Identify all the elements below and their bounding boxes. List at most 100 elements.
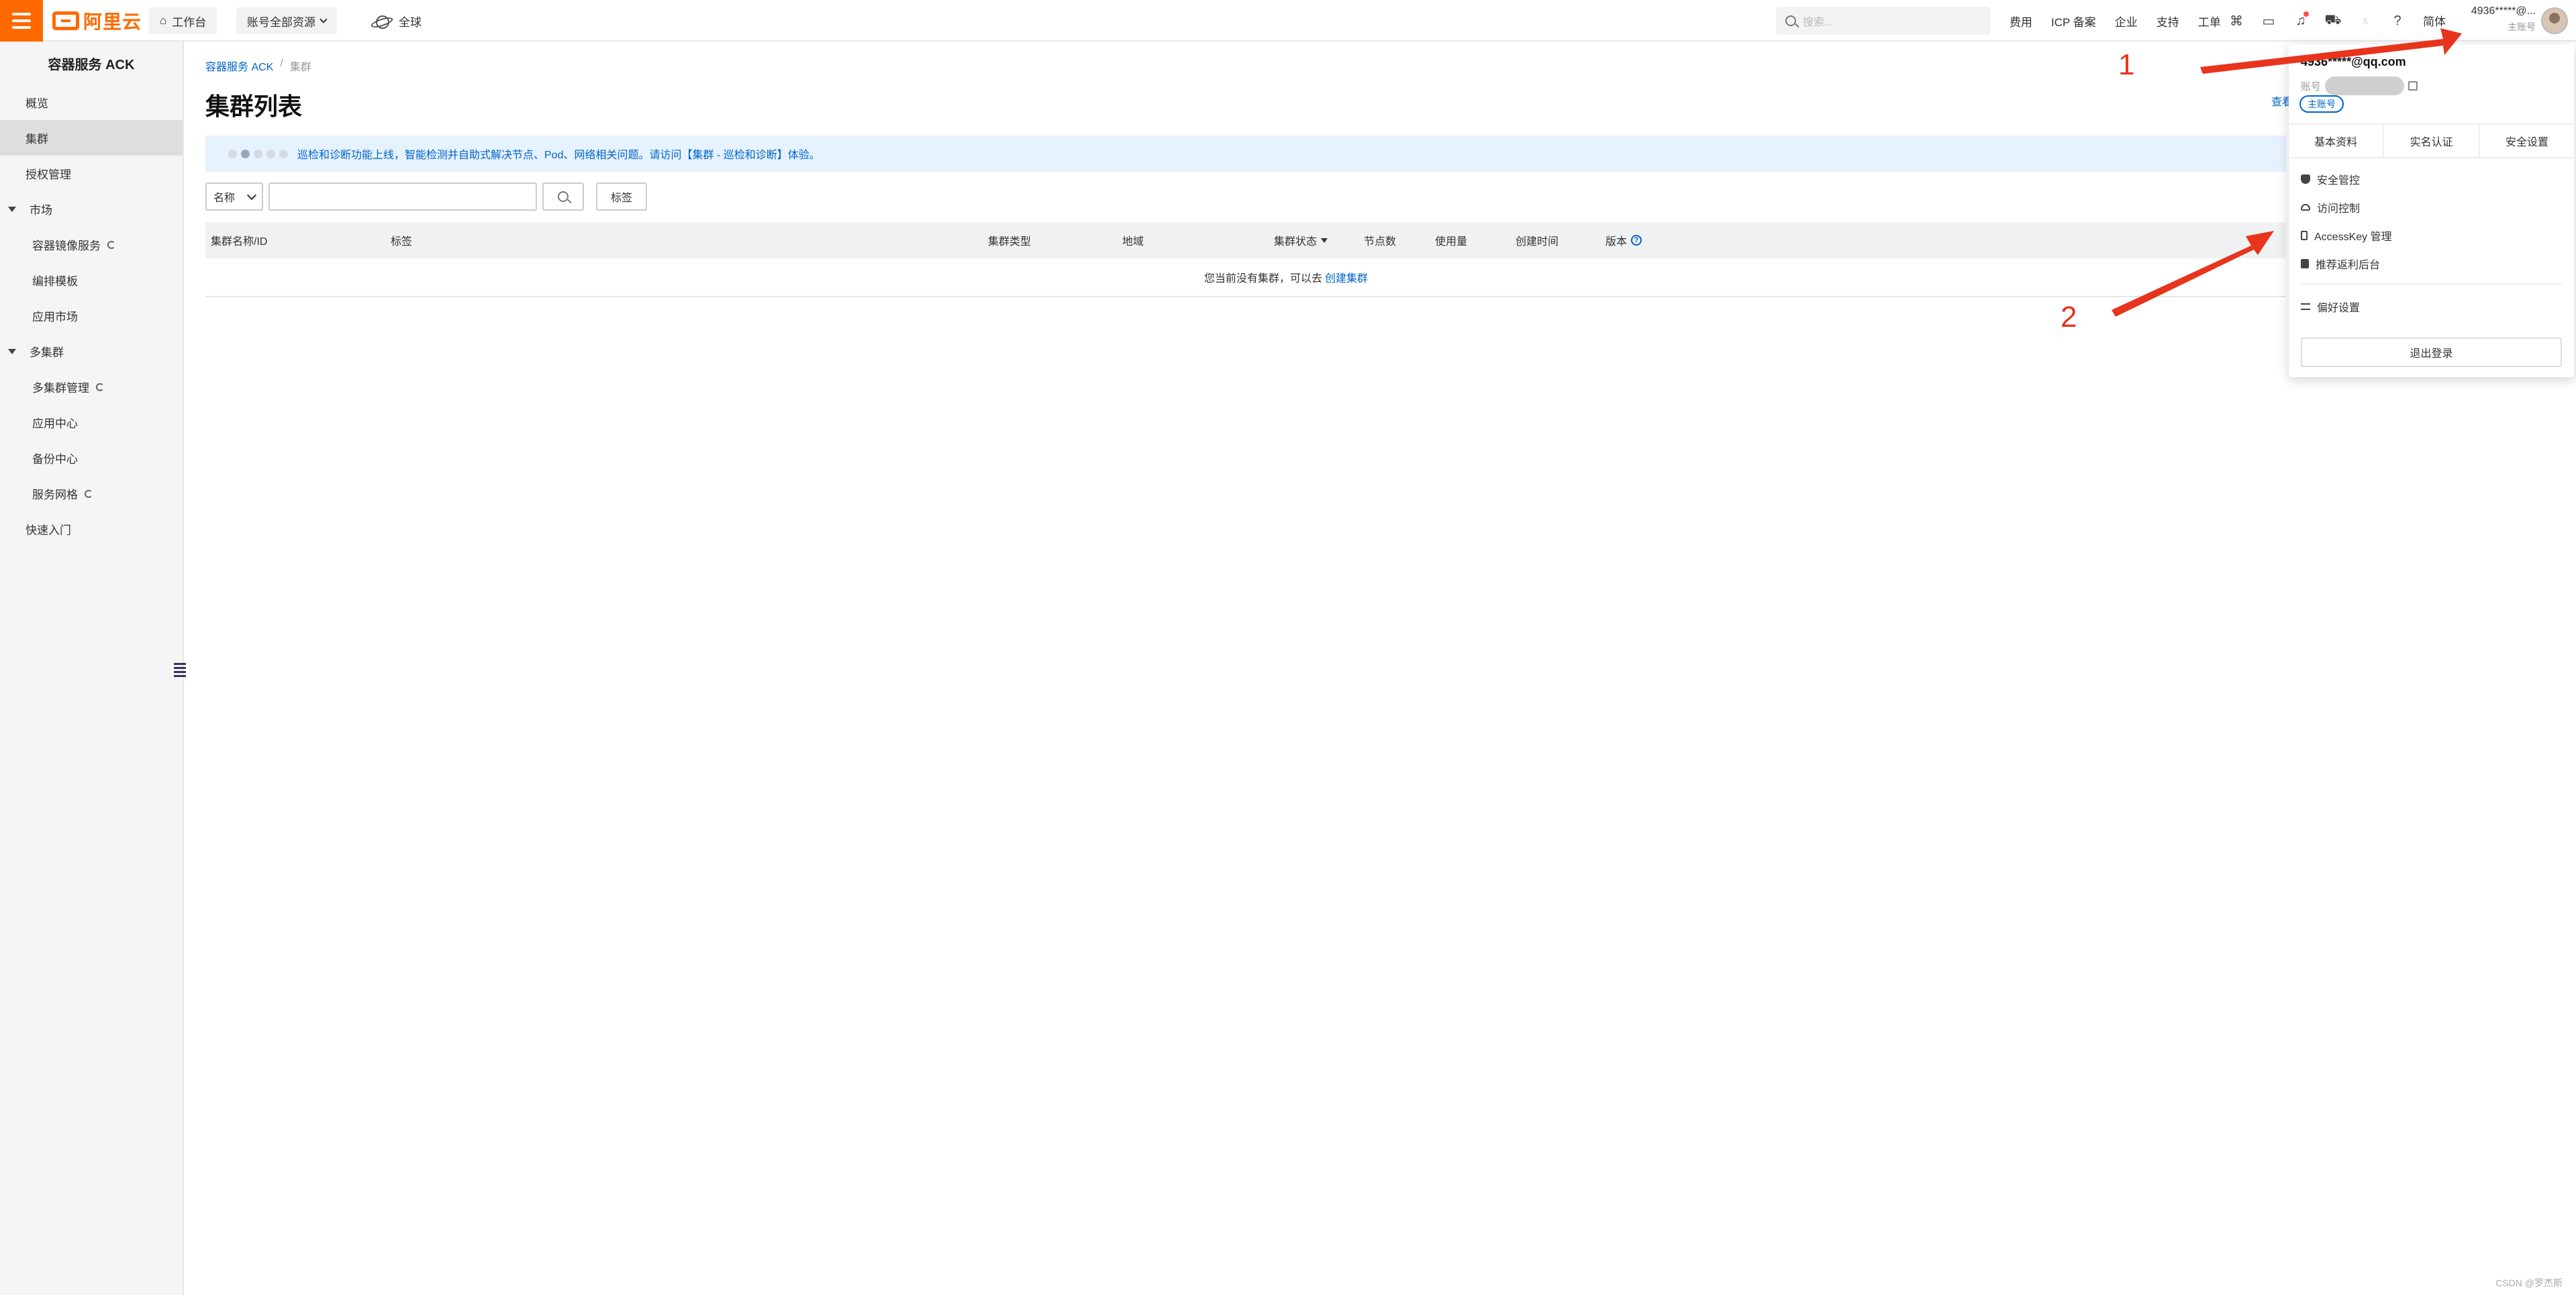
create-cluster-link[interactable]: 创建集群 — [1325, 269, 1368, 285]
sidebar: 容器服务 ACK 概览 集群 授权管理 市场 容器镜像服务 编排模板 应用市场 … — [0, 42, 184, 1295]
link-enterprise[interactable]: 企业 — [2115, 13, 2138, 30]
home-icon: ⌂ — [160, 14, 167, 27]
tab-real-name[interactable]: 实名认证 — [2384, 125, 2480, 157]
sidebar-item-registry[interactable]: 容器镜像服务 — [0, 227, 183, 262]
caret-down-icon — [8, 348, 16, 354]
avatar[interactable] — [2541, 7, 2568, 34]
carousel-dot[interactable] — [228, 149, 237, 158]
link-ticket[interactable]: 工单 — [2198, 13, 2221, 30]
profile-tabs: 基本资料 实名认证 安全设置 — [2289, 123, 2574, 158]
carousel-dot[interactable] — [266, 149, 275, 158]
hamburger-menu-button[interactable] — [0, 0, 43, 42]
page-title: 集群列表 — [205, 93, 303, 120]
menu-item-access-control[interactable]: 访问控制 — [2289, 193, 2574, 221]
copy-icon[interactable] — [2408, 81, 2418, 91]
image-icon[interactable]: ▭ — [2259, 11, 2278, 30]
topbar-icons: ⌘ ▭ ♫ ⛟ ♁ ? — [2227, 0, 2407, 42]
carousel-dot-active[interactable] — [241, 149, 250, 158]
account-type-badge: 主账号 — [2299, 95, 2344, 113]
chevron-down-icon — [319, 15, 328, 23]
column-header-version: 版本 ? — [1605, 222, 1642, 258]
sidebar-group-market[interactable]: 市场 — [0, 191, 183, 227]
shield-icon — [2301, 174, 2310, 184]
topbar-links: 费用 ICP 备案 企业 支持 工单 — [2010, 0, 2221, 42]
info-banner: 巡检和诊断功能上线，智能检测并自助式解决节点、Pod、网络相关问题。请访问【集群… — [205, 136, 2286, 172]
link-icp[interactable]: ICP 备案 — [2051, 13, 2096, 30]
divider — [2301, 283, 2562, 284]
annotation-label-2: 2 — [2061, 301, 2077, 333]
aliyun-logo-icon — [52, 11, 79, 30]
sidebar-item-app-market[interactable]: 应用市场 — [0, 298, 183, 333]
column-header-name: 集群名称/ID — [211, 236, 268, 248]
help-icon[interactable]: ? — [2388, 11, 2407, 30]
sidebar-item-templates[interactable]: 编排模板 — [0, 262, 183, 298]
sidebar-group-multicluster[interactable]: 多集群 — [0, 333, 183, 369]
region-select[interactable]: 全球 — [370, 7, 422, 34]
sidebar-item-multicluster-mgmt[interactable]: 多集群管理 — [0, 369, 183, 405]
tag-filter-button[interactable]: 标签 — [596, 183, 647, 211]
search-button[interactable] — [542, 183, 584, 211]
book-icon — [2301, 259, 2309, 268]
redacted-account-id — [2325, 76, 2405, 95]
user-dropdown-panel: 4936*****@qq.com 账号 主账号 基本资料 实名认证 安全设置 安… — [2289, 44, 2574, 377]
tab-security-settings[interactable]: 安全设置 — [2480, 125, 2574, 157]
breadcrumb: 容器服务 ACK / 集群 — [205, 58, 311, 74]
top-navigation-bar: 阿里云 ⌂ 工作台 账号全部资源 全球 搜索... 费用 ICP 备案 企业 支… — [0, 0, 2576, 42]
language-switch[interactable]: 简体 — [2423, 12, 2446, 29]
main-content: 容器服务 ACK / 集群 集群列表 巡检和诊断功能上线，智能检测并自助式解决节… — [205, 42, 2286, 297]
search-icon — [558, 191, 568, 202]
breadcrumb-ack[interactable]: 容器服务 ACK — [205, 58, 273, 74]
sidebar-item-service-mesh[interactable]: 服务网格 — [0, 476, 183, 511]
aliyun-logo[interactable]: 阿里云 — [52, 8, 142, 34]
cloud-shell-icon[interactable]: ⌘ — [2227, 11, 2246, 30]
column-header-region: 地域 — [1122, 236, 1144, 248]
sidebar-item-app-center[interactable]: 应用中心 — [0, 405, 183, 440]
filter-field-select[interactable]: 名称 — [205, 183, 263, 211]
external-link-icon — [85, 489, 93, 498]
tab-basic-info[interactable]: 基本资料 — [2289, 125, 2385, 157]
carousel-dot[interactable] — [279, 149, 288, 158]
dropdown-menu: 安全管控 访问控制 AccessKey 管理 推荐返利后台 — [2289, 165, 2574, 278]
column-header-created: 创建时间 — [1516, 236, 1559, 248]
column-header-nodes: 节点数 — [1364, 236, 1397, 248]
column-header-status[interactable]: 集群状态 — [1274, 222, 1328, 258]
search-input[interactable] — [268, 183, 537, 211]
menu-item-referral[interactable]: 推荐返利后台 — [2289, 250, 2574, 278]
sidebar-item-overview[interactable]: 概览 — [0, 85, 183, 120]
resource-group-select[interactable]: 账号全部资源 — [236, 7, 337, 34]
filter-bar: 名称 标签 — [205, 183, 647, 211]
account-email: 4936*****@qq.com — [2301, 55, 2406, 68]
lightbulb-icon[interactable]: ♁ — [2356, 11, 2375, 30]
sliders-icon — [2301, 303, 2310, 310]
cart-icon[interactable]: ⛟ — [2324, 11, 2342, 30]
sidebar-item-clusters[interactable]: 集群 — [0, 120, 183, 156]
menu-item-accesskey[interactable]: AccessKey 管理 — [2289, 221, 2574, 250]
column-header-usage: 使用量 — [1435, 236, 1468, 248]
bell-icon[interactable]: ♫ — [2291, 11, 2310, 30]
search-input[interactable]: 搜索... — [1776, 7, 1991, 35]
menu-item-security-control[interactable]: 安全管控 — [2289, 165, 2574, 193]
globe-icon — [370, 15, 391, 29]
account-id-row: 账号 — [2301, 76, 2418, 95]
caret-down-icon — [8, 206, 16, 212]
key-icon — [2301, 231, 2308, 240]
sidebar-item-authorization[interactable]: 授权管理 — [0, 156, 183, 191]
link-billing[interactable]: 费用 — [2010, 13, 2032, 30]
sidebar-item-backup-center[interactable]: 备份中心 — [0, 440, 183, 476]
column-header-tags: 标签 — [391, 236, 413, 248]
link-support[interactable]: 支持 — [2157, 13, 2179, 30]
carousel-dot[interactable] — [254, 149, 262, 158]
user-info[interactable]: 4936*****@... 主账号 — [2461, 5, 2536, 34]
banner-message[interactable]: 巡检和诊断功能上线，智能检测并自助式解决节点、Pod、网络相关问题。请访问【集群… — [297, 146, 820, 162]
question-icon[interactable]: ? — [1631, 235, 1642, 246]
sidebar-collapse-handle[interactable] — [174, 663, 186, 679]
workbench-button[interactable]: ⌂ 工作台 — [149, 7, 217, 34]
table-empty-row: 您当前没有集群，可以去 创建集群 — [205, 258, 2286, 297]
menu-item-preferences[interactable]: 偏好设置 — [2289, 293, 2574, 321]
annotation-label-1: 1 — [2118, 48, 2135, 81]
external-link-icon — [107, 240, 115, 249]
watermark: CSDN @罗杰斯 — [2495, 1278, 2563, 1288]
sidebar-item-quickstart[interactable]: 快速入门 — [0, 511, 183, 547]
cluster-table: 集群名称/ID 标签 集群类型 地域 集群状态 节点数 使用量 创建时间 版本 … — [205, 222, 2286, 297]
logout-button[interactable]: 退出登录 — [2301, 338, 2562, 367]
